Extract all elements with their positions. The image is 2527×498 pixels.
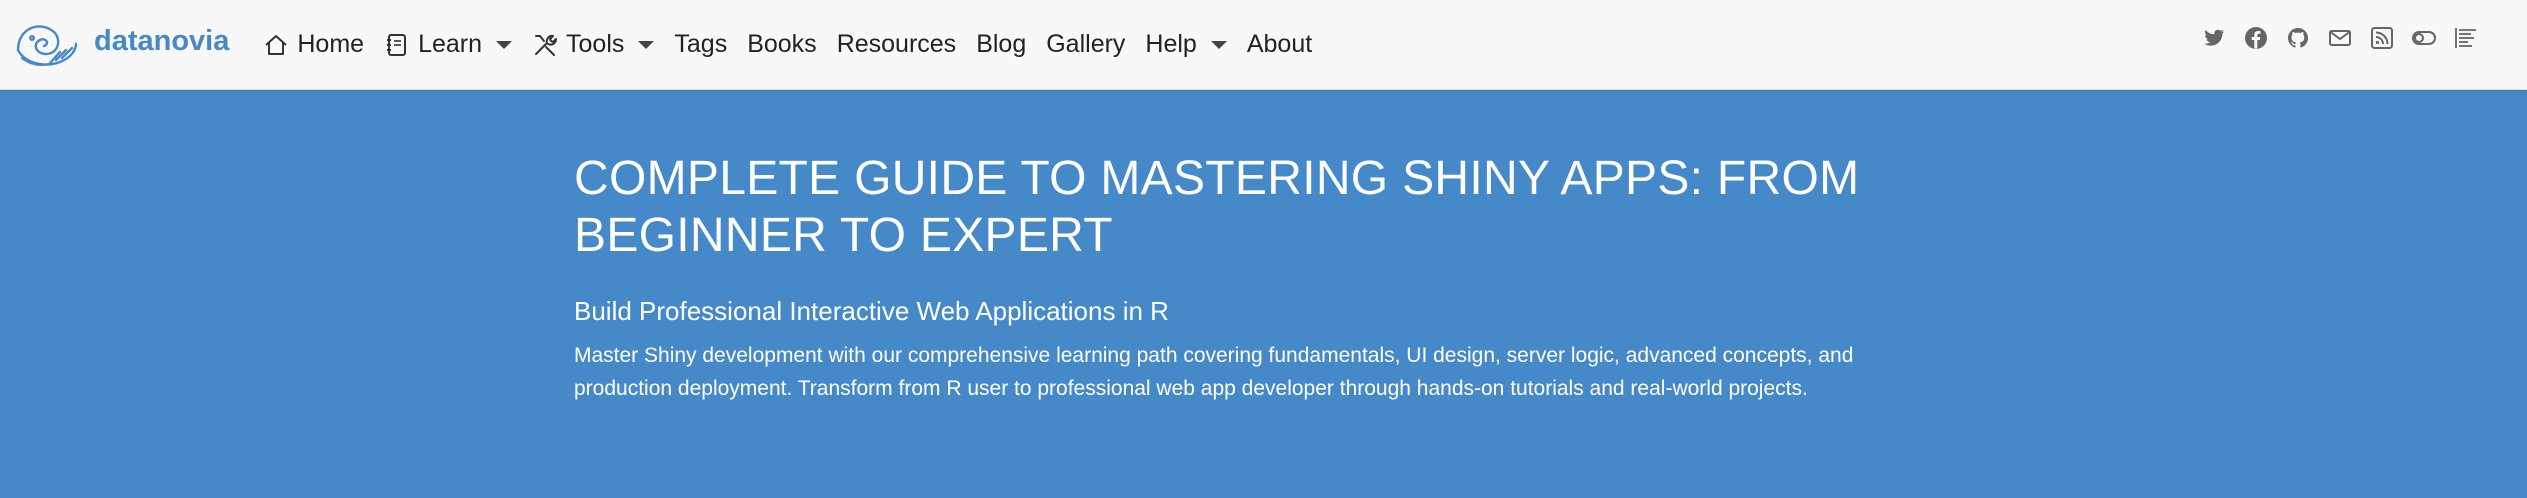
nav-help[interactable]: Help: [1135, 0, 1236, 90]
nav-about[interactable]: About: [1237, 0, 1322, 90]
nav-resources[interactable]: Resources: [827, 0, 967, 90]
page-subtitle: Build Professional Interactive Web Appli…: [574, 296, 1169, 326]
nav-gallery-label: Gallery: [1046, 30, 1126, 58]
twitter-icon[interactable]: [2201, 25, 2227, 51]
rss-icon[interactable]: [2369, 25, 2395, 51]
nav-blog-label: Blog: [976, 30, 1027, 58]
chevron-down-icon: [638, 40, 655, 49]
email-icon[interactable]: [2327, 25, 2353, 51]
github-icon[interactable]: [2285, 25, 2311, 51]
nautilus-logo-icon: [16, 24, 78, 66]
nav-tools-label: Tools: [566, 30, 625, 58]
social-links: [2185, 25, 2479, 51]
brand-link[interactable]: datanovia: [10, 10, 229, 80]
nav-blog[interactable]: Blog: [966, 0, 1036, 90]
hero-banner: COMPLETE GUIDE TO MASTERING SHINY APPS: …: [574, 150, 1894, 405]
reader-mode-icon[interactable]: [2453, 25, 2479, 51]
tools-icon: [535, 34, 558, 56]
nav-books-label: Books: [747, 30, 817, 58]
facebook-icon[interactable]: [2243, 25, 2269, 51]
toggle-icon[interactable]: [2411, 25, 2437, 51]
nav-home-label: Home: [297, 30, 365, 58]
chevron-down-icon: [496, 40, 513, 49]
brand-name: datanovia: [94, 25, 230, 57]
notebook-icon: [387, 33, 407, 56]
home-icon: [265, 34, 288, 55]
nav-learn[interactable]: Learn: [374, 0, 522, 90]
nav-gallery[interactable]: Gallery: [1036, 0, 1135, 90]
main-nav: Home Learn Tools Tags Books Resources Bl…: [253, 0, 1322, 90]
nav-resources-label: Resources: [836, 30, 957, 58]
nav-help-label: Help: [1145, 30, 1197, 58]
top-navbar: datanovia Home Learn Tools Tags Books Re…: [0, 0, 2527, 90]
page-title: COMPLETE GUIDE TO MASTERING SHINY APPS: …: [574, 152, 1860, 262]
nav-tools[interactable]: Tools: [522, 0, 664, 90]
page-description: Master Shiny development with our compre…: [574, 344, 1854, 400]
nav-books[interactable]: Books: [737, 0, 826, 90]
nav-tags[interactable]: Tags: [664, 0, 737, 90]
nav-about-label: About: [1246, 30, 1313, 58]
nav-tags-label: Tags: [674, 30, 728, 58]
chevron-down-icon: [1210, 40, 1227, 49]
nav-learn-label: Learn: [418, 30, 483, 58]
nav-home[interactable]: Home: [253, 0, 374, 90]
